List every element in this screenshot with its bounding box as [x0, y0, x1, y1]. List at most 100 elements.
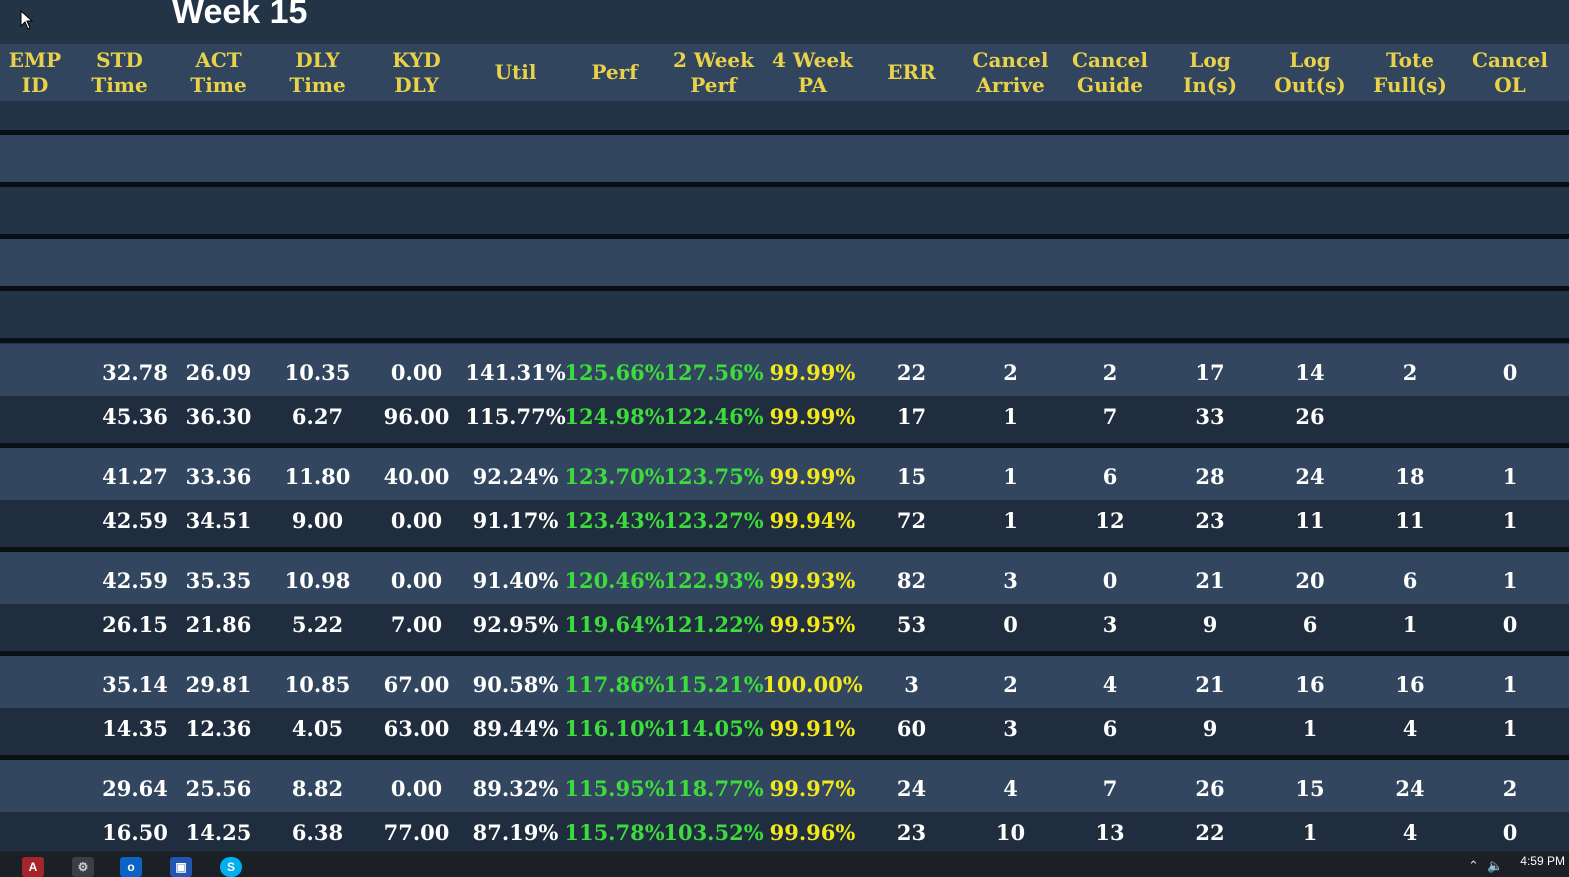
- tray-icons[interactable]: ⌃ 🔈: [1468, 859, 1503, 874]
- skype-icon[interactable]: S: [220, 857, 242, 877]
- table-cell: 21: [1195, 567, 1225, 593]
- table-cell: 121.22%: [663, 611, 764, 637]
- table-cell: 99.93%: [769, 567, 856, 593]
- table-cell: 36.30: [185, 403, 252, 429]
- empty-row: [0, 291, 1569, 343]
- table-cell: 21: [1195, 671, 1225, 697]
- clock: 4:59 PM: [1520, 854, 1565, 868]
- table-cell: [1360, 396, 1460, 436]
- column-header[interactable]: Log In(s): [1160, 44, 1260, 101]
- emp-id-cell: [0, 456, 101, 496]
- table-cell: 22: [896, 359, 927, 385]
- table-cell: 2: [1502, 775, 1518, 801]
- column-header[interactable]: Cancel Arrive: [961, 44, 1060, 101]
- column-header[interactable]: 2 Week Perf: [664, 44, 763, 101]
- table-cell: 1: [1502, 463, 1518, 489]
- table-cell: 127.56%: [663, 359, 764, 385]
- table-cell: 82: [896, 567, 927, 593]
- table-row[interactable]: 26.15 21.86 5.22 7.00 92.95% 119.64% 121.22% 99…: [0, 604, 1569, 644]
- column-header[interactable]: STD Time: [70, 44, 169, 101]
- table-cell: 12.36: [185, 715, 252, 741]
- table-cell: 2: [1003, 359, 1018, 385]
- table-cell: 2: [1402, 359, 1418, 385]
- emp-id-cell: [0, 560, 101, 600]
- table-cell: 21.86: [185, 611, 252, 637]
- table-cell: 1: [1003, 403, 1018, 429]
- table-row[interactable]: 45.36 36.30 6.27 96.00 115.77% 124.98% 122.46%…: [0, 396, 1569, 436]
- table-cell: 123.43%: [564, 507, 665, 533]
- table-cell: 26.09: [185, 359, 252, 385]
- remote-desktop-icon[interactable]: ▣: [170, 857, 192, 877]
- table-cell: 28: [1195, 463, 1225, 489]
- settings-icon[interactable]: ⚙: [72, 857, 94, 877]
- column-header[interactable]: ERR: [862, 44, 961, 101]
- table-cell: 99.99%: [769, 463, 856, 489]
- column-header[interactable]: KYD DLY: [367, 44, 466, 101]
- table-cell: 0: [1502, 611, 1518, 637]
- taskbar: A ⚙ o ▣ S ⌃ 🔈 4:59 PM: [0, 851, 1569, 877]
- table-row[interactable]: 35.14 29.81 10.85 67.00 90.58% 117.86% 115.21%…: [0, 664, 1569, 704]
- column-header[interactable]: Util: [466, 44, 565, 101]
- table-cell: 15: [1295, 775, 1325, 801]
- page-title: Week 15: [172, 0, 308, 31]
- table-cell: 115.78%: [564, 819, 665, 845]
- emp-id-cell: [0, 604, 101, 644]
- column-header[interactable]: DLY Time: [268, 44, 367, 101]
- table-cell: 3: [904, 671, 919, 697]
- table-cell: 123.27%: [663, 507, 764, 533]
- table-cell: 103.52%: [663, 819, 764, 845]
- outlook-icon[interactable]: o: [120, 857, 142, 877]
- empty-row: [0, 135, 1569, 187]
- column-header[interactable]: Perf: [565, 44, 664, 101]
- table-cell: 1: [1402, 611, 1418, 637]
- column-header[interactable]: Log Out(s): [1260, 44, 1360, 101]
- table-cell: 24: [1395, 775, 1425, 801]
- table-cell: 60: [896, 715, 927, 741]
- table-row[interactable]: 42.59 34.51 9.00 0.00 91.17% 123.43% 123.27% 99…: [0, 500, 1569, 540]
- column-header[interactable]: EMP ID: [0, 44, 70, 101]
- table-cell: 24: [1295, 463, 1325, 489]
- table-row[interactable]: 16.50 14.25 6.38 77.00 87.19% 115.78% 103.52% 9…: [0, 812, 1569, 850]
- table-row[interactable]: 42.59 35.35 10.98 0.00 91.40% 120.46% 122.93% 9…: [0, 560, 1569, 600]
- table-cell: 16.50: [102, 819, 168, 845]
- table-cell: 99.97%: [769, 775, 856, 801]
- table-cell: 114.05%: [663, 715, 764, 741]
- table-row[interactable]: 41.27 33.36 11.80 40.00 92.24% 123.70% 123.75%…: [0, 456, 1569, 496]
- emp-id-cell: [0, 812, 101, 850]
- table-cell: 116.10%: [564, 715, 665, 741]
- table-cell: 16: [1295, 671, 1325, 697]
- column-header[interactable]: ACT Time: [169, 44, 268, 101]
- table-cell: 41.27: [102, 463, 168, 489]
- table-cell: 4.05: [291, 715, 344, 741]
- table-cell: 6: [1102, 715, 1118, 741]
- table-cell: 40.00: [383, 463, 450, 489]
- table-row[interactable]: 14.35 12.36 4.05 63.00 89.44% 116.10% 114.05% 9…: [0, 708, 1569, 748]
- table-cell: 6.27: [291, 403, 344, 429]
- table-row[interactable]: 32.78 26.09 10.35 0.00 141.31% 125.66% 127.56%…: [0, 352, 1569, 392]
- table-cell: 117.86%: [564, 671, 665, 697]
- column-header[interactable]: 4 Week PA: [763, 44, 862, 101]
- table-cell: 122.46%: [663, 403, 764, 429]
- emp-id-cell: [0, 500, 101, 540]
- table-cell: 32.78: [102, 359, 168, 385]
- table-cell: 26.15: [102, 611, 168, 637]
- access-icon[interactable]: A: [22, 857, 44, 877]
- table-cell: 96.00: [383, 403, 450, 429]
- column-header[interactable]: Tote Full(s): [1360, 44, 1460, 101]
- table-cell: 0: [1502, 359, 1518, 385]
- column-header[interactable]: Cancel Guide: [1060, 44, 1160, 101]
- table-cell: 99.95%: [769, 611, 856, 637]
- table-cell: 0.00: [390, 507, 443, 533]
- column-header[interactable]: Cancel OL: [1460, 44, 1560, 101]
- table-cell: 25.56: [185, 775, 252, 801]
- table-cell: 9.00: [291, 507, 344, 533]
- table-cell: 33: [1195, 403, 1225, 429]
- table-cell: 11: [1295, 507, 1325, 533]
- table-cell: 0: [1003, 611, 1018, 637]
- table-cell: 6.38: [291, 819, 344, 845]
- table-cell: 124.98%: [564, 403, 665, 429]
- table-cell: 89.32%: [472, 775, 559, 801]
- table-cell: 92.24%: [472, 463, 559, 489]
- empty-row: [0, 101, 1569, 135]
- table-row[interactable]: 29.64 25.56 8.82 0.00 89.32% 115.95% 118.77% 99…: [0, 768, 1569, 808]
